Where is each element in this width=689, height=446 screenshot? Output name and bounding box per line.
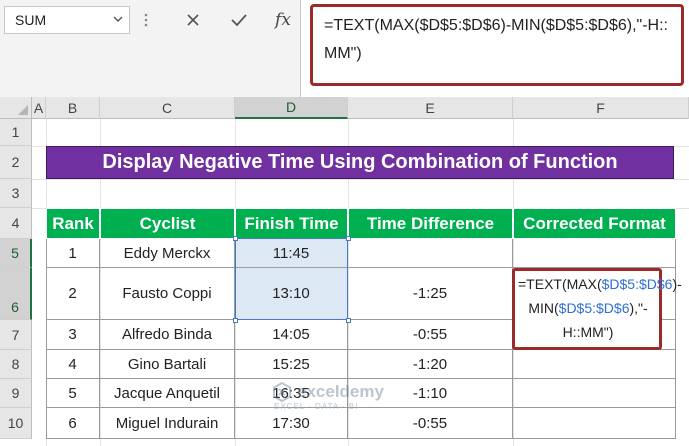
table-cell-corrected-format[interactable] — [513, 239, 676, 268]
exceldemy-watermark: exceldemy — [272, 382, 384, 402]
row-header-2[interactable]: 2 — [0, 146, 32, 179]
cell-reference: $D$5: — [558, 300, 597, 316]
table-cell-corrected-format[interactable] — [513, 379, 676, 408]
select-all-corner[interactable] — [0, 97, 32, 119]
header-finish-time[interactable]: Finish Time — [235, 208, 348, 239]
row-header-6[interactable]: 6 — [0, 268, 32, 320]
insert-function-button[interactable]: fx — [266, 6, 300, 34]
cell-reference: $D$5: — [601, 276, 639, 292]
header-cyclist[interactable]: Cyclist — [100, 208, 235, 239]
table-cell-cyclist[interactable]: Miguel Indurain — [100, 408, 235, 439]
row-header-9[interactable]: 9 — [0, 379, 32, 408]
selection-handle[interactable] — [346, 318, 351, 323]
table-cell-time-difference[interactable]: -0:55 — [348, 408, 513, 439]
table-cell-time-difference[interactable]: -1:25 — [348, 268, 513, 320]
formula-text[interactable]: =TEXT(MAX($D$5:$D$6)-MIN($D$5:$D$6),"-H:… — [324, 12, 676, 68]
select-all-triangle — [18, 105, 28, 115]
table-cell-finish-time[interactable]: 14:05 — [235, 320, 348, 350]
name-box-value: SUM — [15, 12, 47, 28]
table-cell-time-difference[interactable]: -1:20 — [348, 350, 513, 379]
exceldemy-logo-icon — [273, 382, 291, 402]
cell-reference: $D$6 — [638, 276, 673, 292]
table-cell-corrected-format[interactable] — [513, 408, 676, 439]
table-cell-cyclist[interactable]: Jacque Anquetil — [100, 379, 235, 408]
header-time-difference[interactable]: Time Difference — [348, 208, 513, 239]
formula-part: =TEXT(MAX( — [518, 276, 602, 292]
watermark-name: exceldemy — [297, 382, 384, 401]
table-cell-finish-time[interactable]: 15:25 — [235, 350, 348, 379]
row-header-5[interactable]: 5 — [0, 239, 32, 268]
table-cell-finish-time[interactable]: 17:30 — [235, 408, 348, 439]
range-selection[interactable] — [235, 238, 348, 320]
table-cell-cyclist[interactable]: Alfredo Binda — [100, 320, 235, 350]
column-header-f[interactable]: F — [513, 97, 689, 119]
enter-button[interactable] — [222, 6, 256, 34]
watermark-tagline: EXCEL · DATA · BI — [274, 402, 359, 411]
check-icon — [231, 14, 247, 27]
row-header-1[interactable]: 1 — [0, 119, 32, 146]
fx-label: fx — [275, 10, 291, 30]
edit-cell-formula[interactable]: =TEXT(MAX($D$5:$D$6)-MIN($D$5:$D$6),"-H:… — [518, 272, 682, 344]
selection-handle[interactable] — [346, 236, 351, 241]
close-icon — [187, 14, 199, 26]
selection-handle[interactable] — [233, 236, 238, 241]
column-header-a[interactable]: A — [32, 97, 46, 119]
row-header-7[interactable]: 7 — [0, 320, 32, 350]
table-cell-time-difference[interactable]: -0:55 — [348, 320, 513, 350]
header-corrected-format[interactable]: Corrected Format — [513, 208, 676, 239]
table-cell-rank[interactable]: 6 — [46, 408, 100, 439]
chevron-down-icon[interactable] — [113, 14, 123, 24]
row-header-4[interactable]: 4 — [0, 208, 32, 239]
table-cell-rank[interactable]: 1 — [46, 239, 100, 268]
table-cell-cyclist[interactable]: Eddy Merckx — [100, 239, 235, 268]
grip-dots-icon[interactable] — [144, 12, 148, 28]
column-header-c[interactable]: C — [100, 97, 235, 119]
table-cell-rank[interactable]: 2 — [46, 268, 100, 320]
cancel-button[interactable] — [176, 6, 210, 34]
name-box[interactable]: SUM — [4, 6, 130, 34]
column-header-b[interactable]: B — [46, 97, 100, 119]
row-header-10[interactable]: 10 — [0, 408, 32, 439]
selection-handle[interactable] — [233, 318, 238, 323]
title-banner[interactable]: Display Negative Time Using Combination … — [46, 146, 674, 179]
table-cell-rank[interactable]: 4 — [46, 350, 100, 379]
cell-reference: $D$6 — [596, 300, 630, 316]
header-rank[interactable]: Rank — [46, 208, 100, 239]
formula-bar-area: SUM fx =TEXT(MAX($D$5:$D$6)-MIN($D$5:$D$… — [0, 0, 689, 97]
table-cell-rank[interactable]: 3 — [46, 320, 100, 350]
column-header-d[interactable]: D — [235, 97, 348, 119]
table-cell-rank[interactable]: 5 — [46, 379, 100, 408]
table-cell-cyclist[interactable]: Fausto Coppi — [100, 268, 235, 320]
table-cell-time-difference[interactable] — [348, 239, 513, 268]
column-header-e[interactable]: E — [348, 97, 513, 119]
row-header-3[interactable]: 3 — [0, 179, 32, 208]
gridline — [32, 179, 689, 180]
table-cell-corrected-format[interactable] — [513, 350, 676, 379]
row-header-8[interactable]: 8 — [0, 350, 32, 379]
table-cell-cyclist[interactable]: Gino Bartali — [100, 350, 235, 379]
